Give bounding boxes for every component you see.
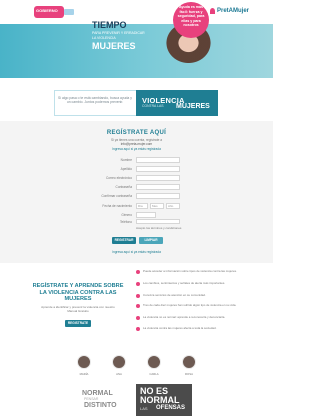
field-label-confirm: Confirmar contraseña — [101, 194, 132, 198]
confirm-password-input[interactable] — [136, 193, 180, 199]
info-item-text: La violencia no es normal: aprende a rec… — [143, 315, 226, 319]
avatar-label: MARÍA — [79, 372, 89, 376]
info-item-text: Puede acceder a información sobre tipos … — [143, 269, 237, 273]
apellido-input[interactable] — [136, 166, 180, 172]
info-title: REGÍSTRATE Y APRENDE SOBRE LA VIOLENCIA … — [32, 283, 124, 303]
government-logo-tab — [64, 9, 74, 15]
footer-left-line-3: DISTINTO — [84, 402, 117, 409]
field-label-email: Correo electrónico — [105, 176, 132, 180]
info-item-text: Los cambios, sentimientos y señales de a… — [143, 281, 226, 285]
avatar[interactable] — [77, 355, 91, 369]
pretamujer-logo[interactable]: PretAMujer — [217, 8, 249, 14]
field-label-password: Contraseña — [115, 185, 132, 189]
avatar-label: CARLA — [149, 372, 159, 376]
field-label-apellido: Apellido — [120, 167, 132, 171]
bullet-icon — [136, 294, 140, 298]
password-input[interactable] — [136, 184, 180, 190]
footer-left-line-2: PENSAR — [84, 397, 99, 401]
footer-right-line-2: NORMAL — [140, 395, 180, 405]
hero-line-4: MUJERES — [92, 41, 136, 51]
footer-right-line-4: OFENSAS — [156, 405, 186, 411]
phone-input[interactable] — [136, 219, 180, 224]
violence-subtitle: CONTRA LAS — [142, 104, 164, 108]
register-button[interactable]: REGISTRAR — [112, 237, 136, 244]
violence-title-2: MUJERES — [176, 103, 210, 110]
field-label-birthdate: Fecha de nacimiento — [102, 204, 132, 208]
hero-line-2: TIEMPO — [92, 20, 127, 30]
pretamujer-logo-icon — [210, 8, 215, 14]
bullet-icon — [136, 316, 140, 320]
clear-button[interactable]: LIMPIAR — [139, 237, 163, 244]
email-input[interactable] — [136, 175, 180, 181]
terms-checkbox-label[interactable]: Acepto los términos y condiciones — [136, 226, 181, 230]
avatar[interactable] — [112, 355, 126, 369]
hero-line-3: PARA PREVENIR Y ERRADICAR LA VIOLENCIA — [92, 31, 145, 40]
avatar[interactable] — [147, 355, 161, 369]
gender-select[interactable] — [136, 212, 156, 218]
field-label-gender: Género — [121, 213, 132, 217]
bullet-icon — [136, 327, 140, 331]
login-link[interactable]: Ingresa aquí si ya estás registrada — [0, 147, 273, 151]
info-item-text: Tres de cada diez mujeres han sufrido al… — [143, 303, 237, 307]
government-logo-text: GOBIERNO — [36, 8, 58, 13]
day-label: Día — [138, 204, 143, 208]
year-label: Año — [168, 204, 174, 208]
nombre-input[interactable] — [136, 157, 180, 163]
site-header: GOBIERNO PretAMujer — [0, 0, 273, 24]
field-label-phone: Teléfono — [119, 220, 132, 224]
avatar-label: ROSA — [185, 372, 193, 376]
login-link-2[interactable]: Ingresa aquí si ya estás registrada — [0, 250, 273, 254]
info-item-text: Conozca servicios de atención en su comu… — [143, 293, 206, 297]
info-subtitle: Aprende a identificar y prevenir la viol… — [41, 305, 115, 313]
bullet-icon — [136, 282, 140, 286]
footer-right-line-3: LAS — [140, 406, 148, 411]
register-email[interactable]: info@preta-mujer.com — [0, 142, 273, 146]
bullet-icon — [136, 304, 140, 308]
field-label-nombre: Nombre — [120, 158, 132, 162]
month-label: Mes — [152, 204, 158, 208]
info-register-button[interactable]: REGISTRATE — [65, 320, 91, 327]
avatar-label: ANA — [116, 372, 122, 376]
register-title: REGÍSTRATE AQUÍ — [106, 130, 167, 136]
hero-circle-text: Ayuda es más fácil: fuerza y seguridad, … — [177, 5, 205, 28]
info-item-text: La violencia contra las mujeres afecta a… — [143, 326, 217, 330]
footer-left-line-1: NORMAL — [82, 390, 113, 397]
avatar[interactable] — [182, 355, 196, 369]
bullet-icon — [136, 270, 140, 274]
violence-banner-text: Si algo pasa o te está cambiando, busca … — [58, 96, 132, 105]
